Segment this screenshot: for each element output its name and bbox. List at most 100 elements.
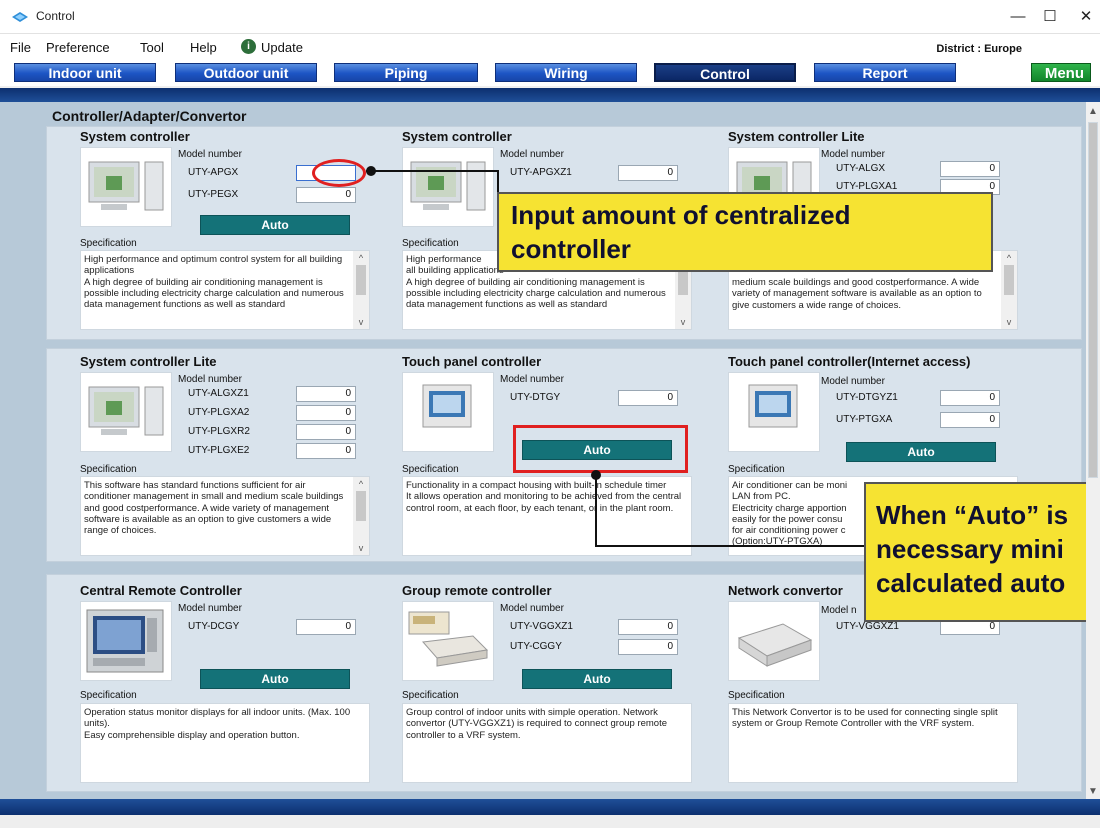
callout-text: When “Auto” is (876, 500, 1069, 530)
specification-scrollbar[interactable]: ^ v (1001, 251, 1017, 329)
quantity-input[interactable]: 0 (296, 386, 356, 402)
menu-tool[interactable]: Tool (140, 40, 164, 55)
card-title: Touch panel controller(Internet access) (728, 354, 971, 369)
pc-monitor-icon (88, 161, 164, 211)
model-row: UTY-PLGXA2 0 (188, 405, 364, 421)
menu-help[interactable]: Help (190, 40, 217, 55)
model-row: UTY-CGGY 0 (510, 639, 686, 655)
tab-control[interactable]: Control (654, 63, 796, 82)
quantity-input[interactable]: 0 (940, 412, 1000, 428)
district-label: District : Europe (936, 43, 1022, 55)
product-image (728, 601, 820, 681)
quantity-input[interactable]: 0 (940, 161, 1000, 177)
model-name: UTY-PLGXR2 (188, 426, 250, 437)
quantity-input[interactable]: 0 (296, 443, 356, 459)
quantity-input[interactable]: 0 (618, 390, 678, 406)
auto-button[interactable]: Auto (522, 669, 672, 689)
callout-connector (595, 474, 597, 546)
spec-scroll-down-icon[interactable]: v (1001, 317, 1017, 327)
auto-button[interactable]: Auto (846, 442, 996, 462)
quantity-input[interactable]: 0 (618, 639, 678, 655)
menu-file[interactable]: File (10, 40, 31, 55)
scroll-down-arrow-icon[interactable]: ▼ (1086, 786, 1100, 797)
menu-update[interactable]: Update (261, 40, 303, 55)
menu-preference[interactable]: Preference (46, 40, 110, 55)
card-title: System controller Lite (80, 354, 217, 369)
model-number-header: Model number (178, 374, 242, 385)
menu-bar: File Preference Tool Help i Update Distr… (0, 34, 1100, 60)
specification-text: Group control of indoor units with simpl… (406, 707, 668, 741)
model-name: UTY-DCGY (188, 621, 240, 632)
specification-text: This software has standard functions suf… (84, 480, 344, 537)
model-number-header: Model n (821, 605, 857, 616)
footer-strip (0, 799, 1100, 815)
spec-scroll-down-icon[interactable]: v (675, 317, 691, 327)
auto-button[interactable]: Auto (200, 215, 350, 235)
spec-scroll-thumb[interactable] (356, 491, 366, 521)
specification-label: Specification (728, 464, 785, 475)
model-name: UTY-PLGXA2 (188, 407, 250, 418)
scroll-thumb[interactable] (1088, 122, 1098, 478)
model-name: UTY-APGXZ1 (510, 167, 572, 178)
tab-piping[interactable]: Piping (334, 63, 478, 82)
spec-scroll-up-icon[interactable]: ^ (353, 479, 369, 489)
specification-label: Specification (402, 690, 459, 701)
title-bar: Control — ☐ ✕ (0, 0, 1100, 34)
specification-label: Specification (402, 464, 459, 475)
tab-report[interactable]: Report (814, 63, 956, 82)
callout-connector (595, 545, 865, 547)
main-scrollbar[interactable]: ▲ ▼ (1086, 102, 1100, 799)
specification-text: Functionality in a compact housing with … (406, 480, 682, 514)
card-title: System controller Lite (728, 129, 865, 144)
quantity-input[interactable]: 0 (296, 619, 356, 635)
model-row: UTY-PLGXR2 0 (188, 424, 364, 440)
quantity-input[interactable]: 0 (618, 165, 678, 181)
specification-label: Specification (402, 238, 459, 249)
specification-box: High performance and optimum control sys… (80, 250, 370, 330)
product-image (80, 372, 172, 452)
model-row: UTY-ALGXZ1 0 (188, 386, 364, 402)
tab-outdoor-unit[interactable]: Outdoor unit (175, 63, 317, 82)
product-image (728, 372, 820, 452)
maximize-button[interactable]: ☐ (1030, 4, 1070, 30)
spec-scroll-up-icon[interactable]: ^ (1001, 253, 1017, 263)
tab-menu[interactable]: Menu (1031, 63, 1091, 82)
model-name: UTY-PLGXE2 (188, 445, 250, 456)
specification-box: This Network Convertor is to be used for… (728, 703, 1018, 783)
spec-scroll-up-icon[interactable]: ^ (353, 253, 369, 263)
quantity-input[interactable]: 0 (940, 390, 1000, 406)
spec-scroll-thumb[interactable] (356, 265, 366, 295)
specification-text: This Network Convertor is to be used for… (732, 707, 998, 730)
pc-monitor-icon (410, 161, 486, 211)
model-row: UTY-DTGY 0 (510, 390, 686, 406)
model-number-header: Model number (500, 149, 564, 160)
quantity-input[interactable]: 0 (296, 405, 356, 421)
close-button[interactable]: ✕ (1066, 4, 1100, 30)
spec-scroll-thumb[interactable] (1004, 265, 1014, 295)
model-name: UTY-VGGXZ1 (836, 621, 899, 632)
remote-controller-icon (86, 609, 164, 673)
tab-indoor-unit[interactable]: Indoor unit (14, 63, 156, 82)
product-image (402, 601, 494, 681)
card-title: System controller (402, 129, 512, 144)
specification-scrollbar[interactable]: ^ v (353, 477, 369, 555)
scroll-up-arrow-icon[interactable]: ▲ (1086, 106, 1100, 117)
spec-scroll-down-icon[interactable]: v (353, 317, 369, 327)
window-title: Control (36, 9, 75, 23)
status-bar (0, 815, 1100, 828)
update-icon[interactable]: i (241, 39, 256, 54)
specification-label: Specification (80, 690, 137, 701)
card-group-remote-controller: Group remote controller Model number UTY… (402, 583, 692, 791)
specification-scrollbar[interactable]: ^ v (353, 251, 369, 329)
auto-button[interactable]: Auto (200, 669, 350, 689)
quantity-input[interactable]: 0 (618, 619, 678, 635)
tab-wiring[interactable]: Wiring (495, 63, 637, 82)
highlight-auto-ring (513, 425, 688, 473)
spec-scroll-down-icon[interactable]: v (353, 543, 369, 553)
product-image (402, 372, 494, 452)
quantity-input[interactable]: 0 (296, 187, 356, 203)
quantity-input[interactable]: 0 (296, 424, 356, 440)
model-row: UTY-APGXZ1 0 (510, 165, 686, 181)
header-strip (0, 88, 1100, 102)
model-number-header: Model number (500, 603, 564, 614)
